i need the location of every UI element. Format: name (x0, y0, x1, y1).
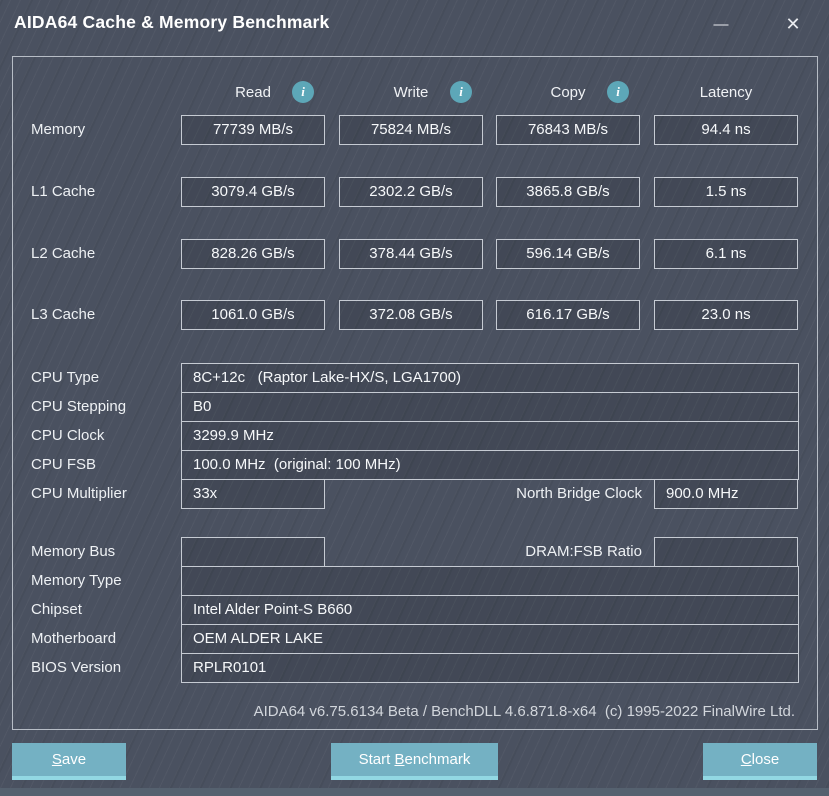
l2-read-value: 828.26 GB/s (181, 239, 325, 269)
window-bottom-edge (0, 788, 829, 796)
cpu-clock-label: CPU Clock (31, 421, 104, 451)
l3-copy-value: 616.17 GB/s (496, 300, 640, 330)
info-icon-copy[interactable]: i (607, 81, 629, 103)
l1-copy-value: 3865.8 GB/s (496, 177, 640, 207)
memory-bus-row: Memory Bus DRAM:FSB Ratio (13, 537, 817, 567)
l3-read-value: 1061.0 GB/s (181, 300, 325, 330)
bios-version-label: BIOS Version (31, 653, 121, 683)
save-button[interactable]: Save (12, 743, 126, 780)
memory-write-value: 75824 MB/s (339, 115, 483, 145)
cpu-type-value: 8C+12c (Raptor Lake-HX/S, LGA1700) (181, 363, 799, 393)
row-label-l2-cache: L2 Cache (31, 239, 95, 269)
memory-bus-label: Memory Bus (31, 537, 115, 567)
motherboard-value: OEM ALDER LAKE (181, 624, 799, 654)
cpu-fsb-value: 100.0 MHz (original: 100 MHz) (181, 450, 799, 480)
cpu-fsb-row: CPU FSB 100.0 MHz (original: 100 MHz) (13, 450, 817, 480)
row-label-memory: Memory (31, 115, 85, 145)
copy-header-label: Copy (550, 84, 585, 101)
titlebar: AIDA64 Cache & Memory Benchmark — ✕ (0, 0, 829, 48)
memory-type-row: Memory Type (13, 566, 817, 596)
l2-latency-value: 6.1 ns (654, 239, 798, 269)
cpu-clock-value: 3299.9 MHz (181, 421, 799, 451)
north-bridge-clock-value: 900.0 MHz (654, 479, 798, 509)
write-header-label: Write (394, 84, 429, 101)
close-icon: ✕ (785, 14, 800, 35)
cpu-type-label: CPU Type (31, 363, 99, 393)
l2-copy-value: 596.14 GB/s (496, 239, 640, 269)
read-header-label: Read (235, 84, 271, 101)
l1-write-value: 2302.2 GB/s (339, 177, 483, 207)
motherboard-row: Motherboard OEM ALDER LAKE (13, 624, 817, 654)
chipset-label: Chipset (31, 595, 82, 625)
chipset-value: Intel Alder Point-S B660 (181, 595, 799, 625)
cpu-type-row: CPU Type 8C+12c (Raptor Lake-HX/S, LGA17… (13, 363, 817, 393)
benchmark-window: { "window": { "title": "AIDA64 Cache & M… (0, 0, 829, 796)
info-icon-write[interactable]: i (450, 81, 472, 103)
l1-read-value: 3079.4 GB/s (181, 177, 325, 207)
column-header-latency: Latency (654, 82, 798, 106)
row-label-l1-cache: L1 Cache (31, 177, 95, 207)
cpu-multiplier-row: CPU Multiplier 33x North Bridge Clock 90… (13, 479, 817, 509)
latency-header-label: Latency (700, 84, 753, 101)
memory-latency-value: 94.4 ns (654, 115, 798, 145)
cpu-stepping-value: B0 (181, 392, 799, 422)
cpu-fsb-label: CPU FSB (31, 450, 96, 480)
column-header-write: Write i (339, 82, 483, 106)
bios-version-value: RPLR0101 (181, 653, 799, 683)
window-title: AIDA64 Cache & Memory Benchmark (14, 12, 329, 33)
memory-bus-value (181, 537, 325, 567)
l1-latency-value: 1.5 ns (654, 177, 798, 207)
chipset-row: Chipset Intel Alder Point-S B660 (13, 595, 817, 625)
cpu-stepping-row: CPU Stepping B0 (13, 392, 817, 422)
benchmark-row-l3: L3 Cache 1061.0 GB/s 372.08 GB/s 616.17 … (13, 300, 817, 330)
start-benchmark-button[interactable]: Start Benchmark (331, 743, 498, 780)
cpu-stepping-label: CPU Stepping (31, 392, 126, 422)
memory-read-value: 77739 MB/s (181, 115, 325, 145)
minimize-button[interactable]: — (703, 8, 739, 40)
close-button[interactable]: ✕ (775, 8, 811, 40)
dram-fsb-ratio-value (654, 537, 798, 567)
benchmark-row-l2: L2 Cache 828.26 GB/s 378.44 GB/s 596.14 … (13, 239, 817, 269)
info-icon-read[interactable]: i (292, 81, 314, 103)
memory-type-value (181, 566, 799, 596)
cpu-clock-row: CPU Clock 3299.9 MHz (13, 421, 817, 451)
bios-version-row: BIOS Version RPLR0101 (13, 653, 817, 683)
motherboard-label: Motherboard (31, 624, 116, 654)
row-label-l3-cache: L3 Cache (31, 300, 95, 330)
l2-write-value: 378.44 GB/s (339, 239, 483, 269)
close-dialog-button[interactable]: Close (703, 743, 817, 780)
north-bridge-clock-label: North Bridge Clock (333, 479, 642, 509)
version-footer: AIDA64 v6.75.6134 Beta / BenchDLL 4.6.87… (254, 703, 795, 720)
minimize-icon: — (714, 16, 729, 33)
cpu-multiplier-value: 33x (181, 479, 325, 509)
dram-fsb-ratio-label: DRAM:FSB Ratio (333, 537, 642, 567)
benchmark-row-l1: L1 Cache 3079.4 GB/s 2302.2 GB/s 3865.8 … (13, 177, 817, 207)
benchmark-row-memory: Memory 77739 MB/s 75824 MB/s 76843 MB/s … (13, 115, 817, 145)
column-header-copy: Copy i (496, 82, 640, 106)
column-header-read: Read i (181, 82, 325, 106)
content-panel: Read i Write i Copy i Latency Memory 777… (12, 56, 818, 730)
cpu-multiplier-label: CPU Multiplier (31, 479, 127, 509)
memory-copy-value: 76843 MB/s (496, 115, 640, 145)
l3-latency-value: 23.0 ns (654, 300, 798, 330)
memory-type-label: Memory Type (31, 566, 122, 596)
l3-write-value: 372.08 GB/s (339, 300, 483, 330)
